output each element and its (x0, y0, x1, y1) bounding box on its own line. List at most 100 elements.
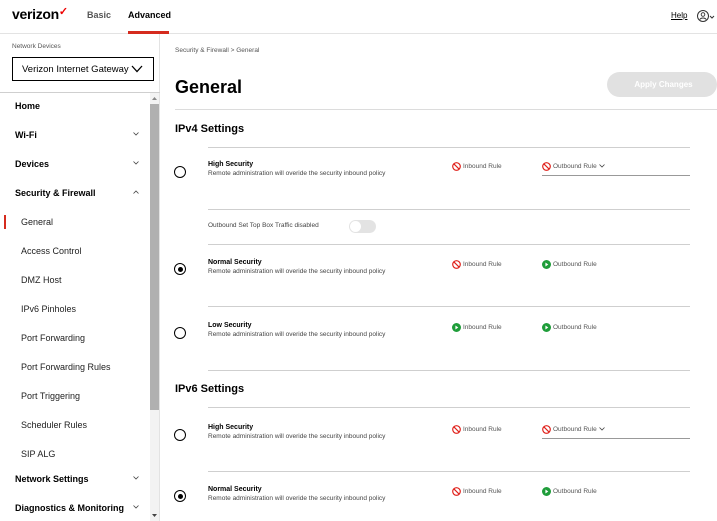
set-top-box-toggle-label: Outbound Set Top Box Traffic disabled (208, 222, 319, 229)
sidebar-item-home[interactable]: Home (0, 93, 148, 122)
blocked-icon (452, 424, 461, 434)
page-title: General (175, 77, 243, 97)
tab-basic[interactable]: Basic (87, 10, 111, 20)
breadcrumb-link-security-firewall[interactable]: Security & Firewall (175, 47, 229, 54)
sidebar-item-label: Network Settings (15, 474, 89, 484)
ipv4-normal-security-radio[interactable] (174, 263, 186, 275)
scroll-down-icon[interactable] (151, 512, 158, 519)
sidebar-item-port-triggering[interactable]: Port Triggering (0, 383, 148, 412)
top-header: verizon✓ Basic Advanced Help (0, 0, 717, 34)
sidebar-item-port-forwarding[interactable]: Port Forwarding (0, 325, 148, 354)
chevron-down-icon (133, 505, 139, 509)
scroll-up-icon[interactable] (151, 95, 158, 102)
ipv4-high-security-title: High Security (208, 161, 254, 168)
allowed-icon (542, 322, 551, 332)
ipv6-settings-heading: IPv6 Settings (175, 383, 245, 395)
ipv4-normal-outbound-rule[interactable]: Outbound Rule (542, 259, 597, 269)
set-top-box-traffic-toggle[interactable] (349, 220, 376, 233)
network-device-value: Verizon Internet Gateway (22, 64, 129, 75)
ipv6-normal-security-radio[interactable] (174, 490, 186, 502)
help-link[interactable]: Help (671, 11, 687, 20)
ipv4-high-security-radio[interactable] (174, 166, 186, 178)
sidebar-item-ipv6-pinholes[interactable]: IPv6 Pinholes (0, 296, 148, 325)
outbound-dropdown-underline (542, 175, 690, 176)
user-account-icon[interactable] (697, 9, 715, 23)
divider (208, 209, 690, 210)
blocked-icon (452, 486, 461, 496)
allowed-icon (542, 259, 551, 269)
sidebar-item-scheduler-rules[interactable]: Scheduler Rules (0, 412, 148, 441)
sidebar-item-label: Diagnostics & Monitoring (15, 503, 124, 513)
outbound-dropdown-underline (542, 438, 690, 439)
sidebar-item-label: Security & Firewall (15, 188, 96, 198)
sidebar-item-security-firewall[interactable]: Security & Firewall (0, 180, 148, 209)
logo-check-icon: ✓ (58, 6, 68, 18)
breadcrumb-current: General (236, 47, 260, 54)
ipv6-normal-inbound-rule[interactable]: Inbound Rule (452, 486, 502, 496)
sidebar-item-label: SIP ALG (21, 449, 56, 459)
ipv4-high-inbound-rule[interactable]: Inbound Rule (452, 161, 502, 171)
ipv4-low-security-desc: Remote administration will overide the s… (208, 331, 386, 338)
inbound-rule-label: Inbound Rule (463, 162, 502, 170)
chevron-down-icon (133, 161, 139, 165)
sidebar-item-label: Wi-Fi (15, 130, 37, 140)
sidebar-item-access-control[interactable]: Access Control (0, 238, 148, 267)
ipv6-normal-outbound-rule[interactable]: Outbound Rule (542, 486, 597, 496)
chevron-down-icon (131, 65, 143, 73)
divider (208, 306, 690, 307)
sidebar-item-diagnostics-monitoring[interactable]: Diagnostics & Monitoring (0, 495, 148, 521)
outbound-rule-label: Outbound Rule (553, 260, 597, 268)
sidebar-item-label: Port Triggering (21, 391, 81, 401)
divider (208, 147, 690, 148)
sidebar-item-label: General (21, 217, 54, 227)
sidebar-item-label: Scheduler Rules (21, 420, 88, 430)
divider (208, 370, 690, 371)
verizon-logo[interactable]: verizon✓ (12, 6, 68, 22)
sidebar: Network Devices Verizon Internet Gateway… (0, 34, 160, 521)
divider (208, 244, 690, 245)
main-content: Security & Firewall > General General Ap… (160, 34, 717, 521)
sidebar-item-general[interactable]: General (0, 209, 148, 238)
ipv4-normal-security-desc: Remote administration will overide the s… (208, 268, 386, 275)
sidebar-item-dmz-host[interactable]: DMZ Host (0, 267, 148, 296)
ipv6-normal-security-desc: Remote administration will overide the s… (208, 495, 386, 502)
ipv4-normal-inbound-rule[interactable]: Inbound Rule (452, 259, 502, 269)
chevron-down-icon (133, 132, 139, 136)
ipv6-high-inbound-rule[interactable]: Inbound Rule (452, 424, 502, 434)
ipv4-low-outbound-rule[interactable]: Outbound Rule (542, 322, 597, 332)
ipv4-high-outbound-rule[interactable]: Outbound Rule (542, 161, 607, 171)
blocked-icon (452, 161, 461, 171)
sidebar-item-label: Devices (15, 159, 50, 169)
sidebar-item-label: Home (15, 101, 41, 111)
ipv6-high-security-radio[interactable] (174, 429, 186, 441)
blocked-icon (452, 259, 461, 269)
sidebar-item-network-settings[interactable]: Network Settings (0, 466, 148, 495)
sidebar-item-label: IPv6 Pinholes (21, 304, 77, 314)
divider (208, 471, 690, 472)
ipv4-high-security-desc: Remote administration will overide the s… (208, 170, 386, 177)
blocked-icon (542, 161, 551, 171)
sidebar-item-label: Port Forwarding Rules (21, 362, 111, 372)
sidebar-item-label: Port Forwarding (21, 333, 86, 343)
ipv4-settings-heading: IPv4 Settings (175, 123, 245, 135)
ipv6-high-outbound-rule[interactable]: Outbound Rule (542, 424, 607, 434)
sidebar-scrollbar-thumb[interactable] (150, 104, 159, 410)
ipv6-high-security-title: High Security (208, 424, 254, 431)
tab-advanced[interactable]: Advanced (128, 10, 171, 20)
outbound-rule-label: Outbound Rule (553, 323, 597, 331)
outbound-rule-label: Outbound Rule (553, 487, 597, 495)
breadcrumb-separator: > (230, 47, 235, 54)
ipv6-high-security-desc: Remote administration will overide the s… (208, 433, 386, 440)
apply-changes-button[interactable]: Apply Changes (607, 72, 717, 97)
inbound-rule-label: Inbound Rule (463, 487, 502, 495)
sidebar-item-devices[interactable]: Devices (0, 151, 148, 180)
sidebar-item-wifi[interactable]: Wi-Fi (0, 122, 148, 151)
ipv4-low-security-radio[interactable] (174, 327, 186, 339)
sidebar-item-label: DMZ Host (21, 275, 62, 285)
ipv4-low-inbound-rule[interactable]: Inbound Rule (452, 322, 502, 332)
chevron-up-icon (133, 190, 139, 194)
network-device-select[interactable]: Verizon Internet Gateway (12, 57, 154, 81)
inbound-rule-label: Inbound Rule (463, 323, 502, 331)
sidebar-item-label: Access Control (21, 246, 82, 256)
sidebar-item-port-forwarding-rules[interactable]: Port Forwarding Rules (0, 354, 148, 383)
